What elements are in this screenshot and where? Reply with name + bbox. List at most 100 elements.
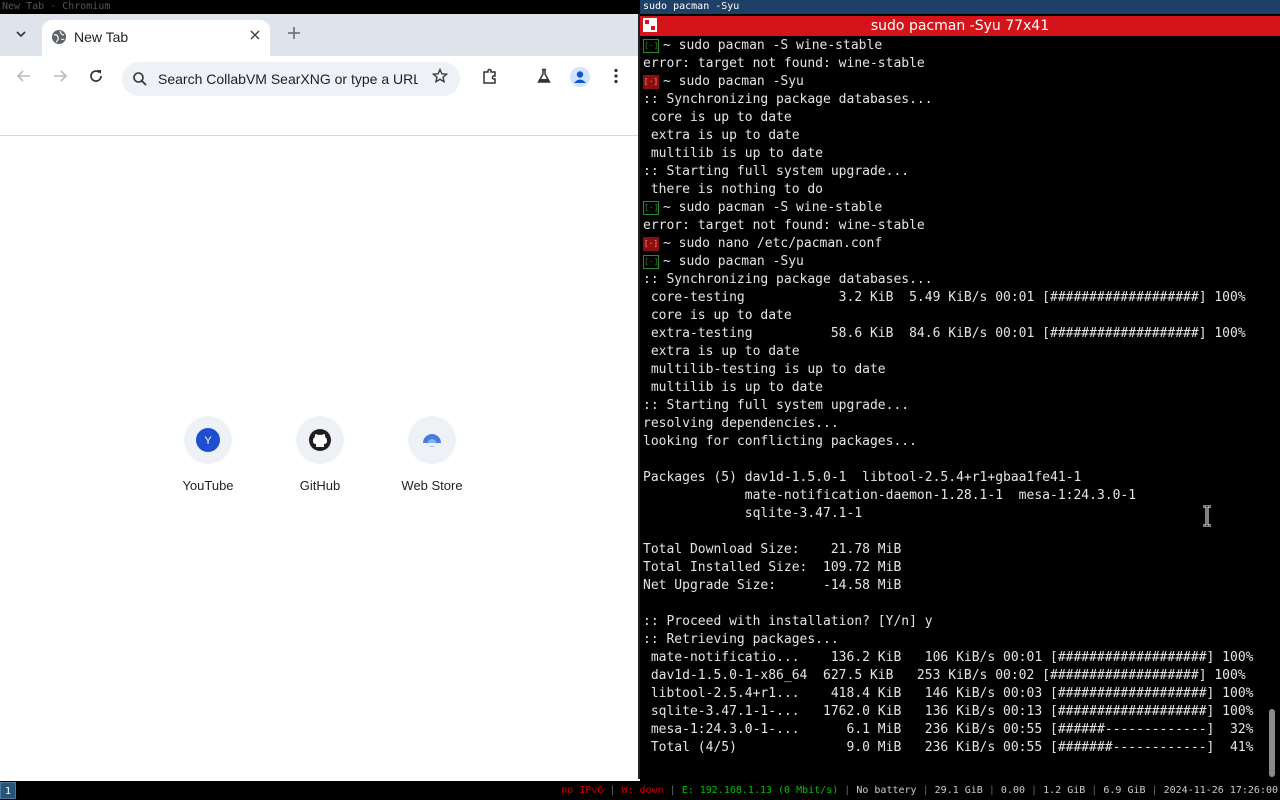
scroll-thumb[interactable]	[1269, 709, 1275, 777]
shortcut-icon-bg: Y	[184, 416, 232, 464]
terminal-line-text: looking for conflicting packages...	[643, 434, 917, 449]
web-store-icon	[423, 434, 441, 447]
shortcut-youtube[interactable]: Y YouTube	[160, 414, 256, 502]
separator: |	[988, 785, 995, 796]
terminal-line: :: Synchronizing package databases...	[643, 271, 1263, 289]
terminal-line: sqlite-3.47.1-1-... 1762.0 KiB 136 KiB/s…	[643, 703, 1263, 721]
terminal-line: libtool-2.5.4+r1... 418.4 KiB 146 KiB/s …	[643, 685, 1263, 703]
terminal-line: mate-notification-daemon-1.28.1-1 mesa-1…	[643, 487, 1263, 505]
prompt-error-icon: [·]	[643, 74, 659, 89]
shortcut-icon-bg	[296, 416, 344, 464]
terminal-line: [·] ~ sudo pacman -S wine-stable	[643, 37, 1263, 55]
terminal-menu-icon[interactable]	[643, 18, 657, 32]
wifi-status: W: down	[621, 785, 664, 796]
terminal-line-text: ~ sudo pacman -S wine-stable	[663, 200, 883, 215]
terminal-line-text: ~ sudo pacman -Syu	[663, 74, 804, 89]
terminal-title: sudo pacman -Syu 77x41	[870, 18, 1050, 34]
prompt-error-icon: [·]	[643, 236, 659, 251]
terminal-line-text: there is nothing to do	[643, 182, 824, 197]
shortcut-icon-bg	[408, 416, 456, 464]
reload-button[interactable]	[83, 67, 109, 91]
terminal-line-text: :: Synchronizing package databases...	[643, 92, 933, 107]
browser-toolbar	[0, 56, 638, 102]
new-tab-button[interactable]	[282, 23, 306, 47]
terminal-line-text: :: Proceed with installation? [Y/n] y	[643, 614, 933, 629]
terminal-line-text: Net Upgrade Size: -14.58 MiB	[643, 578, 902, 593]
terminal-line: Total Download Size: 21.78 MiB	[643, 541, 1263, 559]
terminal-line: core is up to date	[643, 109, 1263, 127]
terminal-line: [·] ~ sudo pacman -Syu	[643, 253, 1263, 271]
terminal-line: error: target not found: wine-stable	[643, 217, 1263, 235]
arrow-left-icon	[16, 70, 30, 82]
load-status: 0.00	[1000, 785, 1026, 796]
menu-button[interactable]	[603, 67, 629, 91]
workspace-button[interactable]: 1	[0, 782, 16, 799]
separator: |	[1031, 785, 1038, 796]
address-bar[interactable]	[122, 62, 460, 96]
search-icon	[133, 72, 147, 86]
terminal-line: extra is up to date	[643, 343, 1263, 361]
tab-new-tab[interactable]: New Tab	[42, 20, 270, 56]
terminal-line: :: Proceed with installation? [Y/n] y	[643, 613, 1263, 631]
flask-icon	[537, 68, 551, 83]
labs-button[interactable]	[531, 67, 557, 91]
youtube-letter: Y	[204, 435, 212, 447]
terminal-scrollbar[interactable]	[1266, 37, 1278, 781]
forward-button[interactable]	[47, 67, 73, 91]
terminal-line: multilib-testing is up to date	[643, 361, 1263, 379]
star-icon	[431, 67, 449, 84]
address-input[interactable]	[158, 62, 418, 96]
terminal-line: mesa-1:24.3.0-1-... 6.1 MiB 236 KiB/s 00…	[643, 721, 1263, 739]
separator: |	[669, 785, 676, 796]
ethernet-status: E: 192.168.1.13 (0 Mbit/s)	[681, 785, 839, 796]
terminal-line-text: ~ sudo nano /etc/pacman.conf	[663, 236, 883, 251]
terminal-window: sudo pacman -Syu sudo pacman -Syu 77x41 …	[640, 0, 1280, 781]
separator: |	[1151, 785, 1158, 796]
terminal-line-text: :: Starting full system upgrade...	[643, 164, 910, 179]
more-vert-icon	[614, 68, 618, 84]
status-items: no IPv6 | W: down | E: 192.168.1.13 (0 M…	[561, 781, 1278, 800]
separator: |	[1091, 785, 1098, 796]
bookmark-star-button[interactable]	[428, 67, 452, 91]
terminal-line-text: multilib is up to date	[643, 146, 824, 161]
terminal-output[interactable]: [·] ~ sudo pacman -S wine-stable error: ta…	[643, 37, 1263, 781]
close-tab-button[interactable]	[246, 28, 264, 46]
terminal-line: :: Synchronizing package databases...	[643, 91, 1263, 109]
avatar-icon	[570, 67, 590, 87]
profile-button[interactable]	[567, 67, 593, 91]
terminal-line-text: Total Installed Size: 109.72 MiB	[643, 560, 902, 575]
terminal-line: dav1d-1.5.0-1-x86_64 627.5 KiB 253 KiB/s…	[643, 667, 1263, 685]
terminal-line-text: :: Synchronizing package databases...	[643, 272, 933, 287]
window-title: sudo pacman -Syu	[640, 0, 1280, 14]
chromium-window: New Tab - Chromium New Tab Search Collab…	[0, 0, 640, 781]
terminal-line-text: mate-notificatio... 136.2 KiB 106 KiB/s …	[643, 650, 1254, 665]
terminal-line-text: ~ sudo pacman -Syu	[663, 254, 804, 269]
tab-search-button[interactable]	[10, 25, 32, 47]
terminal-line: error: target not found: wine-stable	[643, 55, 1263, 73]
terminal-line-text: Packages (5) dav1d-1.5.0-1 libtool-2.5.4…	[643, 470, 1082, 485]
terminal-line-text: extra-testing 58.6 KiB 84.6 KiB/s 00:01 …	[643, 326, 1246, 341]
terminal-line: resolving dependencies...	[643, 415, 1263, 433]
extensions-button[interactable]	[477, 67, 503, 91]
reload-icon	[90, 70, 102, 82]
globe-icon	[52, 30, 66, 44]
shortcut-label: YouTube	[182, 478, 234, 493]
terminal-line: multilib is up to date	[643, 145, 1263, 163]
text-cursor-icon	[1203, 505, 1211, 527]
swap-status: 6.9 GiB	[1103, 785, 1146, 796]
terminal-line: extra is up to date	[643, 127, 1263, 145]
terminal-line: mate-notificatio... 136.2 KiB 106 KiB/s …	[643, 649, 1263, 667]
window-title: New Tab - Chromium	[0, 0, 640, 14]
shortcut-github[interactable]: GitHub	[272, 414, 368, 502]
puzzle-icon	[483, 68, 496, 84]
disk-status: 29.1 GiB	[934, 785, 983, 796]
back-button[interactable]	[11, 67, 37, 91]
terminal-line-text: extra is up to date	[643, 344, 800, 359]
terminal-line-text: ~ sudo pacman -S wine-stable	[663, 38, 883, 53]
shortcut-web-store[interactable]: Web Store	[384, 414, 480, 502]
terminal-line-text: core is up to date	[643, 308, 792, 323]
terminal-line: multilib is up to date	[643, 379, 1263, 397]
ipv6-status: no IPv6	[561, 785, 604, 796]
